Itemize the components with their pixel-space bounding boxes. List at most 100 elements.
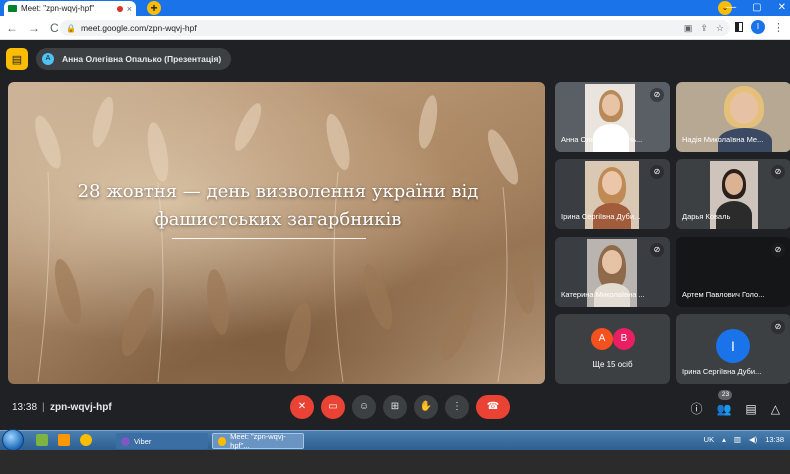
browser-toolbar: ← → C 🔒 meet.google.com/zpn-wqvj-hpf ▣ ⇪… xyxy=(0,16,790,40)
mic-off-icon: ⊘ xyxy=(650,165,664,179)
participant-tile[interactable]: ⊘ Дарья Коваль xyxy=(676,159,790,229)
slide-title: 28 жовтня — день визволення україни від … xyxy=(38,178,518,234)
participant-name: Анна Олегівна Опаль... xyxy=(561,135,643,144)
participant-name: Ірина Сергіївна Дуби... xyxy=(682,367,762,376)
more-participants-tile[interactable]: A B Ще 15 осіб xyxy=(555,314,670,384)
close-window-button[interactable]: ✕ xyxy=(778,2,786,13)
mic-off-icon: ⊘ xyxy=(650,243,664,257)
taskbar-clock[interactable]: 13:38 xyxy=(765,435,784,444)
chrome-icon[interactable] xyxy=(80,434,92,446)
call-controls: ✕ ▭ ☺ ⊞ ✋ ⋮ ☎ xyxy=(290,395,510,419)
end-call-icon[interactable]: ☎ xyxy=(476,395,510,419)
recording-dot-icon xyxy=(116,5,123,12)
more-options-icon[interactable]: ⋮ xyxy=(445,395,469,419)
participant-tile[interactable]: ⊘ Артем Павлович Голо... xyxy=(676,237,790,307)
toolbar-right: I ⋮ xyxy=(735,20,784,34)
participant-name: Дарья Коваль xyxy=(682,212,731,221)
meeting-code: zpn-wqvj-hpf xyxy=(50,402,112,413)
meeting-separator: | xyxy=(42,402,45,413)
tab-meet[interactable]: Meet: "zpn-wqvj-hpf" × xyxy=(4,1,136,16)
explorer-icon[interactable] xyxy=(36,434,48,446)
mic-off-icon: ⊘ xyxy=(771,320,785,334)
viber-icon xyxy=(121,436,130,446)
tab-close-button[interactable]: × xyxy=(127,4,132,14)
omnibox-actions: ▣ ⇪ ☆ xyxy=(684,23,724,34)
window-controls: — ▢ ✕ xyxy=(726,2,786,13)
presentation-stage: 28 жовтня — день визволення україни від … xyxy=(8,82,545,384)
more-avatars: A B xyxy=(591,328,635,350)
quick-launch xyxy=(36,434,92,446)
chat-icon[interactable]: ▤ xyxy=(745,402,756,416)
minimize-button[interactable]: — xyxy=(726,2,736,13)
presentation-icon[interactable]: ▤ xyxy=(6,48,28,70)
volume-icon[interactable]: ◀) xyxy=(749,435,757,444)
media-player-icon[interactable] xyxy=(58,434,70,446)
participant-tile[interactable]: ⊘ Ірина Сергіївна Дуби... xyxy=(555,159,670,229)
more-participants-label: Ще 15 осіб xyxy=(592,360,633,369)
windows-taskbar: Viber Meet: "zpn-wqvj-hpf"... UK ▴ ▥ ◀) … xyxy=(0,429,790,451)
bookmark-star-icon[interactable]: ☆ xyxy=(716,23,724,34)
address-bar[interactable]: 🔒 meet.google.com/zpn-wqvj-hpf ▣ ⇪ ☆ xyxy=(60,20,730,36)
mic-off-icon: ⊘ xyxy=(650,88,664,102)
tray-arrow-icon[interactable]: ▴ xyxy=(722,435,726,444)
browser-tab-strip: Meet: "zpn-wqvj-hpf" × + ⌄ — ▢ ✕ xyxy=(0,0,790,16)
presenter-bar: ▤ A Анна Олегівна Опалько (Презентація) xyxy=(6,48,232,70)
emoji-reaction-icon[interactable]: ☺ xyxy=(352,395,376,419)
present-screen-icon[interactable]: ⊞ xyxy=(383,395,407,419)
profile-avatar[interactable]: I xyxy=(751,20,765,34)
desktop-area xyxy=(0,450,790,474)
mic-off-icon: ⊘ xyxy=(771,243,785,257)
camera-toggle-icon[interactable]: ▭ xyxy=(321,395,345,419)
new-tab-button[interactable]: + xyxy=(147,1,161,15)
presenter-avatar: A xyxy=(42,53,54,65)
participant-avatar: B xyxy=(613,328,635,350)
meet-side-controls: ⓘ 👥 23 ▤ △ xyxy=(690,389,780,417)
maximize-button[interactable]: ▢ xyxy=(752,2,761,13)
share-icon[interactable]: ⇪ xyxy=(700,23,708,34)
participant-tile[interactable]: ⊘ Катерина Миколаївна ... xyxy=(555,237,670,307)
forward-button[interactable]: → xyxy=(28,21,40,35)
participant-name: Ірина Сергіївна Дуби... xyxy=(561,212,641,221)
microphone-toggle-icon[interactable]: ✕ xyxy=(290,395,314,419)
side-panel-icon[interactable] xyxy=(735,22,743,32)
participant-avatar: A xyxy=(591,328,613,350)
presenter-label: Анна Олегівна Опалько (Презентація) xyxy=(62,54,222,64)
chrome-icon xyxy=(218,436,227,446)
browser-menu-icon[interactable]: ⋮ xyxy=(773,21,784,34)
people-icon[interactable]: 👥 23 xyxy=(716,389,733,416)
language-indicator[interactable]: UK xyxy=(704,435,714,444)
slide-title-line-2: фашистських загарбників xyxy=(154,209,402,230)
reload-button[interactable]: C xyxy=(50,21,59,35)
participant-avatar: I xyxy=(716,329,750,363)
meet-favicon-icon xyxy=(8,5,17,12)
participant-name: Артем Павлович Голо... xyxy=(682,290,765,299)
meet-window: ▤ A Анна Олегівна Опалько (Презентація) xyxy=(0,40,790,430)
mic-off-icon: ⊘ xyxy=(771,165,785,179)
network-icon[interactable]: ▥ xyxy=(734,435,741,444)
participant-tile[interactable]: Надія Миколаївна Ме... xyxy=(676,82,790,152)
taskbar-label: Viber xyxy=(134,436,152,446)
people-count-badge: 23 xyxy=(718,389,733,400)
participant-name: Катерина Миколаївна ... xyxy=(561,290,645,299)
meeting-info-icon[interactable]: ⓘ xyxy=(690,400,702,417)
meeting-time: 13:38 xyxy=(12,402,38,413)
activities-icon[interactable]: △ xyxy=(771,402,780,416)
slide-divider xyxy=(172,238,366,239)
raise-hand-icon[interactable]: ✋ xyxy=(414,395,438,419)
presenter-pill[interactable]: A Анна Олегівна Опалько (Презентація) xyxy=(36,48,232,70)
meet-control-bar: 13:38 | zpn-wqvj-hpf ✕ ▭ ☺ ⊞ ✋ ⋮ ☎ ⓘ 👥 2… xyxy=(0,389,790,430)
taskbar-item-viber[interactable]: Viber xyxy=(116,433,208,449)
participant-name: Надія Миколаївна Ме... xyxy=(682,135,764,144)
url-text[interactable]: meet.google.com/zpn-wqvj-hpf xyxy=(81,23,679,33)
taskbar-label: Meet: "zpn-wqvj-hpf"... xyxy=(230,432,286,450)
back-button[interactable]: ← xyxy=(6,21,18,35)
lock-icon: 🔒 xyxy=(66,23,76,33)
participant-tile[interactable]: ⊘ I Ірина Сергіївна Дуби... xyxy=(676,314,790,384)
tab-title: Meet: "zpn-wqvj-hpf" xyxy=(21,4,95,13)
system-tray: UK ▴ ▥ ◀) 13:38 xyxy=(704,435,784,444)
camera-icon[interactable]: ▣ xyxy=(684,23,693,34)
taskbar-item-meet[interactable]: Meet: "zpn-wqvj-hpf"... xyxy=(212,432,304,450)
participant-tile[interactable]: ⊘ Анна Олегівна Опаль... xyxy=(555,82,670,152)
slide-title-line-1: 28 жовтня — день визволення україни від xyxy=(77,181,479,202)
start-button[interactable] xyxy=(2,429,24,451)
